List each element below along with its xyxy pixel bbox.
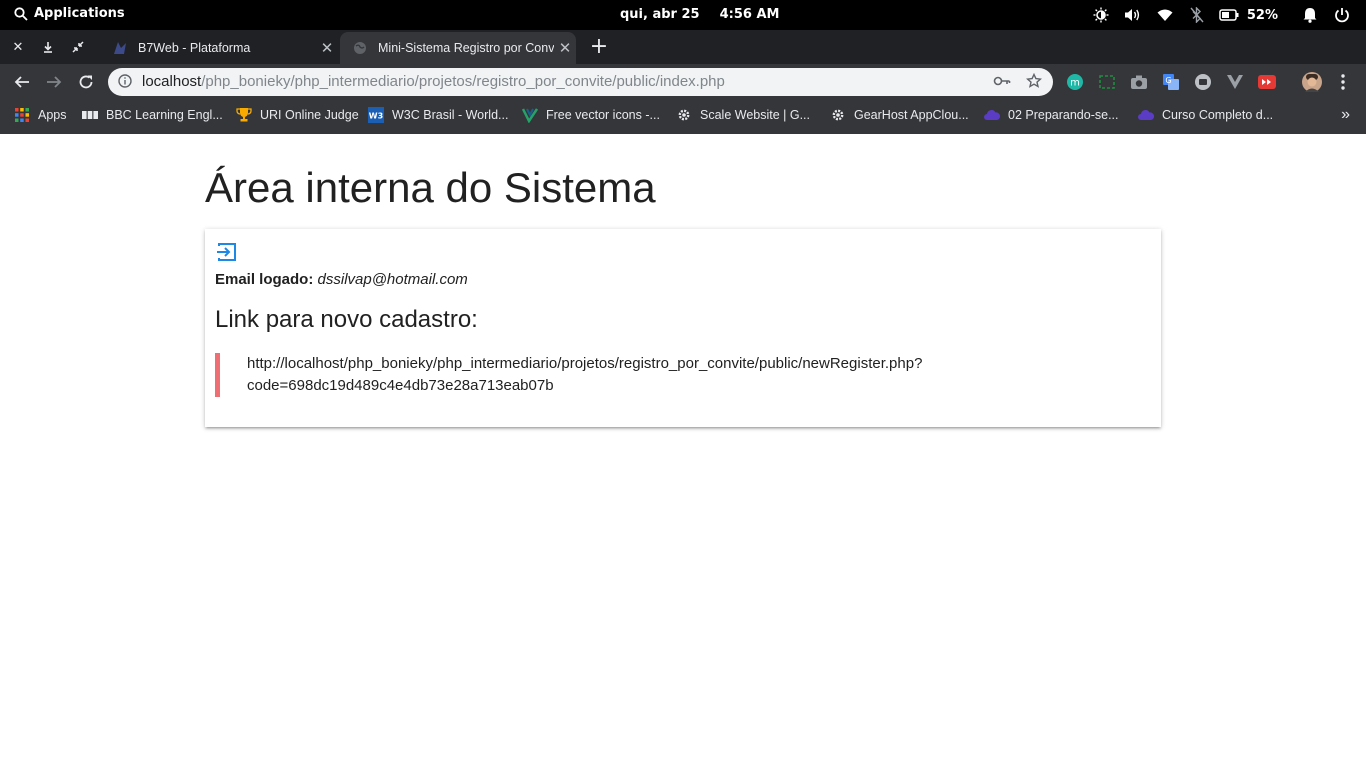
wifi-icon[interactable] bbox=[1149, 8, 1181, 22]
tab-title: Mini-Sistema Registro por Convite bbox=[378, 41, 554, 55]
power-icon[interactable] bbox=[1326, 7, 1358, 23]
battery-icon[interactable] bbox=[1213, 9, 1245, 21]
tab-title: B7Web - Plataforma bbox=[138, 41, 251, 55]
gear-icon bbox=[830, 107, 846, 123]
url-host: localhost bbox=[142, 73, 202, 90]
reload-icon[interactable] bbox=[75, 71, 97, 93]
time-text: 4:56 AM bbox=[719, 7, 780, 22]
invite-link-line2: code=698dc19d489c4e4db73e28a713eab07b bbox=[247, 377, 554, 394]
extension-screenshot-icon[interactable] bbox=[1098, 73, 1116, 91]
bookmark-w3c[interactable]: W3 W3C Brasil - World... bbox=[368, 107, 508, 123]
browser-menu-icon[interactable] bbox=[1334, 73, 1352, 91]
site-info-icon[interactable] bbox=[118, 74, 132, 92]
profile-avatar[interactable] bbox=[1302, 72, 1322, 92]
bookmark-label: W3C Brasil - World... bbox=[392, 108, 509, 122]
svg-text:W3: W3 bbox=[369, 112, 383, 121]
key-icon[interactable] bbox=[993, 74, 1011, 92]
tab-close-icon[interactable]: ✕ bbox=[316, 39, 338, 57]
system-tray: 52% bbox=[1085, 0, 1366, 30]
camera-extension-icon[interactable] bbox=[1130, 73, 1148, 91]
trophy-icon bbox=[236, 107, 252, 123]
page-title: Área interna do Sistema bbox=[205, 164, 656, 211]
apps-grid-icon bbox=[14, 107, 30, 123]
fast-forward-extension-icon[interactable] bbox=[1258, 73, 1276, 91]
window-minimize-icon[interactable] bbox=[39, 38, 57, 56]
bookmark-label: Scale Website | G... bbox=[700, 108, 811, 122]
bookmarks-overflow-chevron-icon[interactable]: » bbox=[1341, 106, 1350, 124]
browser-toolbar: localhost/php_bonieky/php_intermediario/… bbox=[0, 64, 1366, 100]
invite-link-line1: http://localhost/php_bonieky/php_interme… bbox=[247, 355, 923, 372]
bbc-icon bbox=[82, 107, 98, 123]
window-restore-icon[interactable] bbox=[69, 38, 87, 56]
invite-link-quote: http://localhost/php_bonieky/php_interme… bbox=[215, 353, 1115, 397]
new-tab-plus-icon[interactable]: + bbox=[588, 36, 610, 58]
b7web-favicon-icon bbox=[112, 40, 128, 56]
battery-percent: 52% bbox=[1246, 7, 1278, 23]
gear-icon bbox=[676, 107, 692, 123]
media-extension-icon[interactable] bbox=[1194, 73, 1212, 91]
address-url: localhost/php_bonieky/php_intermediario/… bbox=[142, 73, 725, 90]
notifications-bell-icon[interactable] bbox=[1294, 7, 1326, 23]
bookmark-preparando[interactable]: 02 Preparando-se... bbox=[984, 107, 1119, 123]
os-top-panel: Applications qui, abr 25 4:56 AM 52% bbox=[0, 0, 1366, 30]
applications-menu[interactable]: Applications bbox=[14, 6, 125, 21]
logout-icon[interactable] bbox=[216, 241, 238, 263]
new-register-heading: Link para novo cadastro: bbox=[215, 306, 478, 333]
search-icon bbox=[14, 6, 28, 21]
vue-devtools-icon[interactable] bbox=[1226, 73, 1244, 91]
globe-favicon-icon bbox=[352, 40, 368, 56]
bookmark-uri[interactable]: URI Online Judge bbox=[236, 107, 359, 123]
svg-text:m: m bbox=[1070, 78, 1080, 89]
bookmark-label: Apps bbox=[38, 108, 67, 122]
window-close-icon[interactable]: ✕ bbox=[9, 38, 27, 56]
bookmark-label: URI Online Judge bbox=[260, 108, 359, 122]
address-bar[interactable]: localhost/php_bonieky/php_intermediario/… bbox=[108, 68, 1053, 96]
clock[interactable]: qui, abr 25 4:56 AM bbox=[620, 7, 779, 22]
bookmark-label: GearHost AppClou... bbox=[854, 108, 969, 122]
svg-text:G: G bbox=[1165, 76, 1171, 85]
bookmark-gearhost[interactable]: GearHost AppClou... bbox=[830, 107, 969, 123]
bookmark-free-vector[interactable]: Free vector icons -... bbox=[522, 107, 660, 123]
info-card: Email logado: dssilvap@hotmail.com Link … bbox=[205, 229, 1161, 427]
bookmark-apps[interactable]: Apps bbox=[14, 107, 67, 123]
logged-email: Email logado: dssilvap@hotmail.com bbox=[215, 271, 468, 288]
vector-icon bbox=[522, 107, 538, 123]
email-value: dssilvap@hotmail.com bbox=[317, 271, 468, 288]
applications-label: Applications bbox=[34, 6, 125, 21]
url-path: /php_bonieky/php_intermediario/projetos/… bbox=[201, 73, 725, 90]
volume-icon[interactable] bbox=[1117, 7, 1149, 23]
forward-arrow-icon[interactable] bbox=[43, 71, 65, 93]
date-text: qui, abr 25 bbox=[620, 7, 700, 22]
browser-tab-strip: ✕ B7Web - Plataforma ✕ Mini-Sistema Regi… bbox=[0, 30, 1366, 64]
tab-b7web[interactable]: B7Web - Plataforma ✕ bbox=[100, 32, 338, 64]
translate-extension-icon[interactable]: G bbox=[1162, 73, 1180, 91]
cloud-icon bbox=[984, 107, 1000, 123]
bookmark-label: Curso Completo d... bbox=[1162, 108, 1274, 122]
bookmark-star-icon[interactable] bbox=[1025, 72, 1043, 93]
bluetooth-off-icon[interactable] bbox=[1181, 7, 1213, 23]
bookmark-curso-completo[interactable]: Curso Completo d... bbox=[1138, 107, 1273, 123]
extension-mercury-icon[interactable]: m bbox=[1066, 73, 1084, 91]
night-light-icon[interactable] bbox=[1085, 7, 1117, 23]
email-label: Email logado: bbox=[215, 271, 314, 288]
tab-mini-sistema[interactable]: Mini-Sistema Registro por Convite ✕ bbox=[340, 32, 576, 64]
w3c-icon: W3 bbox=[368, 107, 384, 123]
back-arrow-icon[interactable] bbox=[11, 71, 33, 93]
bookmark-scale-website[interactable]: Scale Website | G... bbox=[676, 107, 810, 123]
bookmarks-bar: Apps BBC Learning Engl... URI Online Jud… bbox=[0, 100, 1366, 134]
bookmark-label: 02 Preparando-se... bbox=[1008, 108, 1119, 122]
bookmark-bbc[interactable]: BBC Learning Engl... bbox=[82, 107, 223, 123]
bookmark-label: BBC Learning Engl... bbox=[106, 108, 223, 122]
tab-close-icon[interactable]: ✕ bbox=[554, 39, 576, 57]
page-content: Área interna do Sistema Email logado: ds… bbox=[0, 134, 1366, 768]
cloud-icon bbox=[1138, 107, 1154, 123]
bookmark-label: Free vector icons -... bbox=[546, 108, 660, 122]
